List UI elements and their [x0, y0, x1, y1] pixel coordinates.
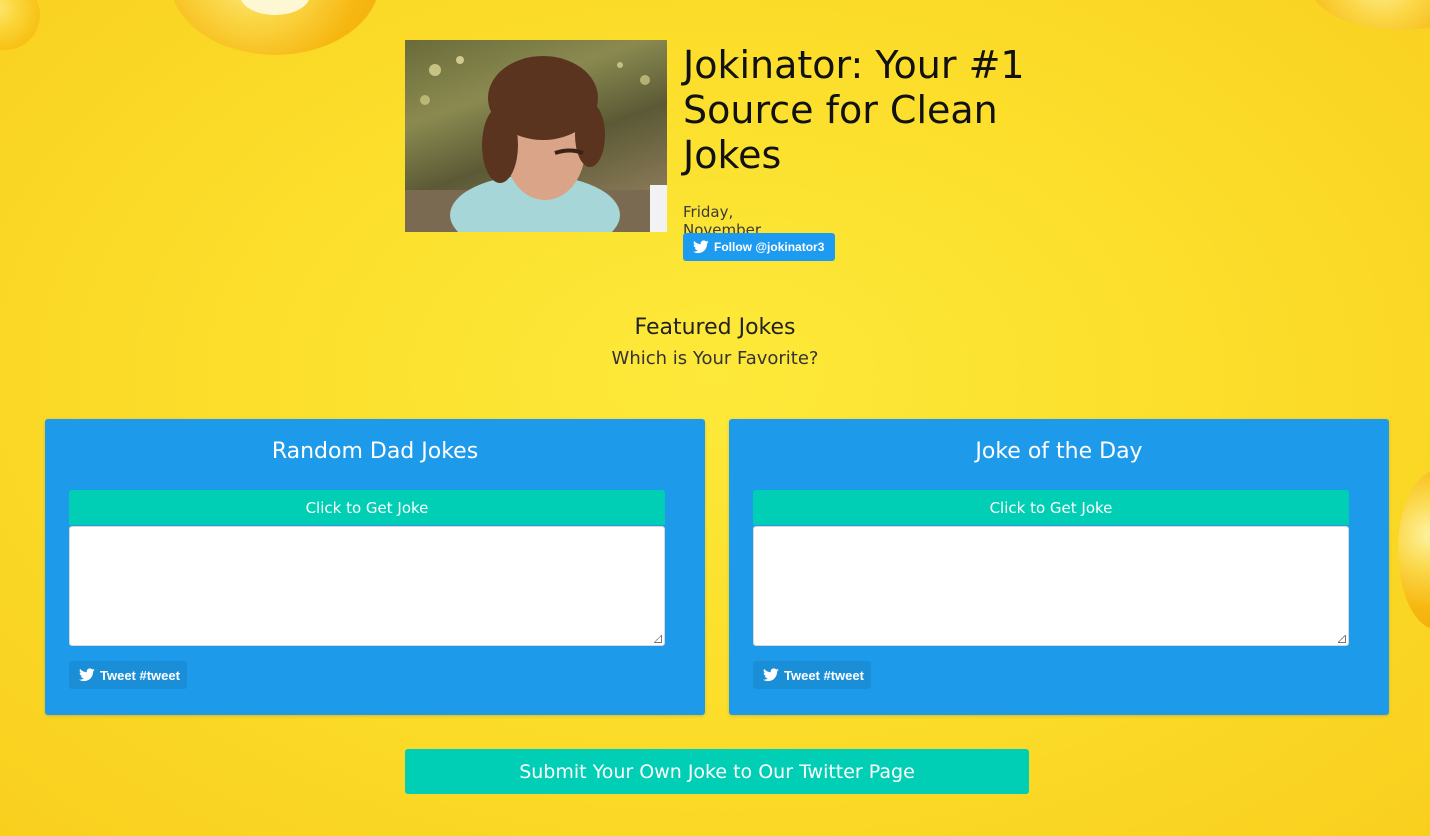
background-bubble [1398, 470, 1430, 630]
background-bubble [1310, 0, 1430, 30]
header-photo [405, 40, 667, 232]
featured-heading: Featured Jokes [634, 315, 796, 340]
get-joke-button[interactable]: Click to Get Joke [69, 490, 665, 525]
joke-textarea[interactable] [69, 526, 665, 646]
submit-joke-button[interactable]: Submit Your Own Joke to Our Twitter Page [405, 749, 1029, 794]
card-title: Random Dad Jokes [271, 439, 479, 464]
joke-textarea[interactable] [753, 526, 1349, 646]
page-title: Jokinator: Your #1 Source for Clean Joke… [683, 43, 1025, 177]
card-title: Joke of the Day [975, 439, 1143, 464]
random-dad-jokes-card: Random Dad Jokes Click to Get Joke Tweet… [45, 419, 705, 715]
resize-handle[interactable] [654, 635, 662, 643]
twitter-follow-button[interactable]: Follow @jokinator3 [683, 233, 835, 261]
joke-of-the-day-card: Joke of the Day Click to Get Joke Tweet … [729, 419, 1389, 715]
background-bubble [0, 0, 40, 50]
tweet-label: Tweet #tweet [100, 667, 180, 683]
tweet-button[interactable]: Tweet #tweet [753, 661, 871, 689]
follow-label: Follow @jokinator3 [714, 240, 825, 254]
twitter-bird-icon [763, 668, 779, 682]
tweet-label: Tweet #tweet [784, 667, 864, 683]
twitter-bird-icon [693, 240, 709, 254]
twitter-bird-icon [79, 668, 95, 682]
get-joke-button[interactable]: Click to Get Joke [753, 490, 1349, 525]
featured-subheading: Which is Your Favorite? [611, 348, 819, 369]
background-bubble [170, 0, 380, 55]
resize-handle[interactable] [1338, 635, 1346, 643]
tweet-button[interactable]: Tweet #tweet [69, 661, 187, 689]
